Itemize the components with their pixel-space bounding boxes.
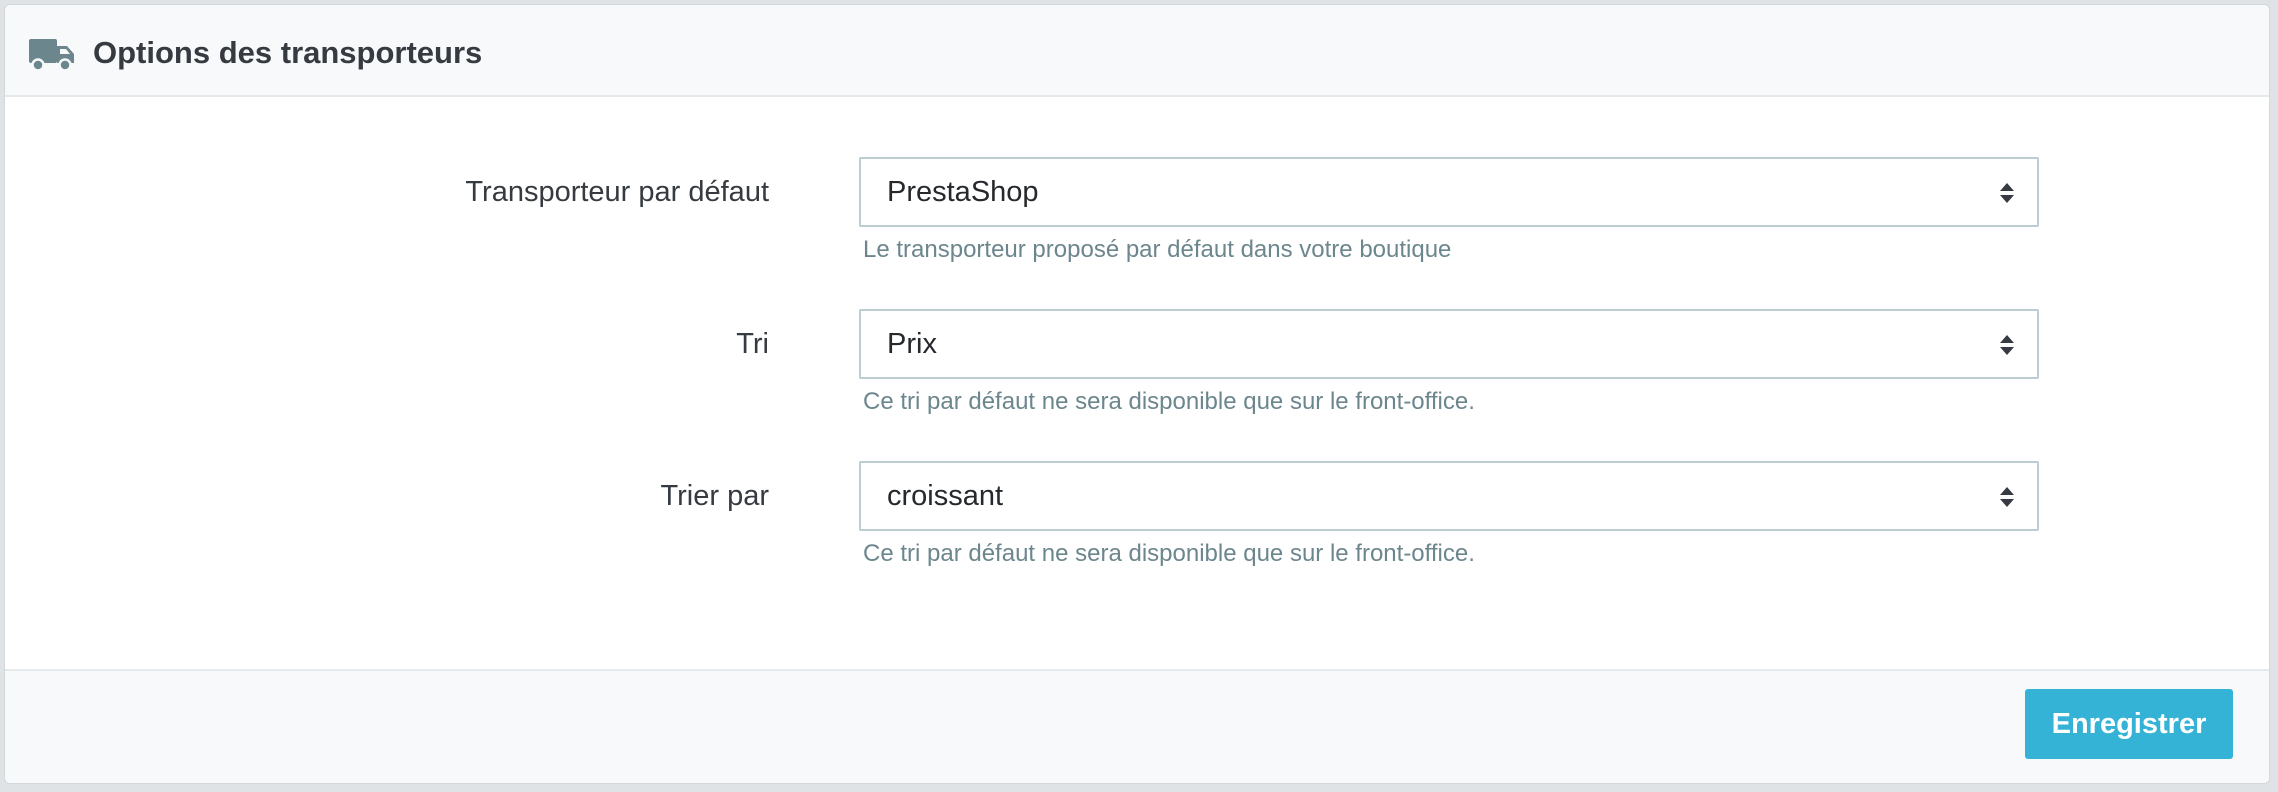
panel-header: Options des transporteurs: [5, 5, 2269, 97]
sort-order-help: Ce tri par défaut ne sera disponible que…: [863, 540, 1475, 567]
sort-select[interactable]: Prix: [859, 309, 2039, 379]
sort-caret-icon: [2000, 335, 2014, 355]
sort-order-value: croissant: [887, 480, 1004, 512]
form-row-default-carrier: Transporteur par défaut PrestaShop Le tr…: [5, 157, 2269, 277]
panel-footer: Enregistrer: [5, 669, 2269, 783]
sort-order-select[interactable]: croissant: [859, 461, 2039, 531]
sort-value: Prix: [887, 328, 937, 360]
default-carrier-value: PrestaShop: [887, 176, 1039, 208]
form-row-sort: Tri Prix Ce tri par défaut ne sera dispo…: [5, 309, 2269, 429]
sort-help: Ce tri par défaut ne sera disponible que…: [863, 388, 1475, 415]
default-carrier-label: Transporteur par défaut: [465, 176, 769, 208]
default-carrier-select[interactable]: PrestaShop: [859, 157, 2039, 227]
default-carrier-help: Le transporteur proposé par défaut dans …: [863, 236, 1452, 263]
panel-title: Options des transporteurs: [93, 35, 483, 70]
truck-icon: [29, 39, 74, 72]
save-button[interactable]: Enregistrer: [2025, 689, 2233, 759]
sort-label: Tri: [736, 328, 769, 360]
carrier-options-panel: Options des transporteurs Transporteur p…: [4, 4, 2270, 784]
sort-caret-icon: [2000, 183, 2014, 203]
sort-order-label: Trier par: [660, 480, 770, 512]
sort-caret-icon: [2000, 487, 2014, 507]
form-row-sort-order: Trier par croissant Ce tri par défaut ne…: [5, 461, 2269, 581]
